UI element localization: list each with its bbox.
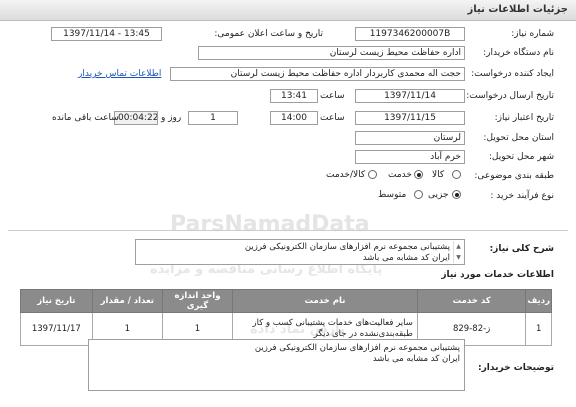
send-time-label: ساعت — [320, 91, 345, 101]
summary-line-1: پشتیبانی مجموعه نرم افزارهای سازمان الکت… — [244, 242, 450, 252]
process-radio-medium[interactable] — [414, 190, 423, 199]
category-option-goods-service: کالا/خدمت — [326, 170, 366, 180]
valid-time-field: 14:00 — [270, 111, 318, 125]
page-title: جزئیات اطلاعات نیاز — [467, 4, 568, 15]
divider — [8, 230, 568, 231]
summary-textarea[interactable]: پشتیبانی مجموعه نرم افزارهای سازمان الکت… — [135, 239, 465, 265]
services-title: اطلاعات خدمات مورد نیاز — [441, 270, 554, 280]
buyer-label: نام دستگاه خریدار: — [483, 48, 554, 58]
summary-label: شرح کلی نیاز: — [489, 244, 554, 254]
valid-time-label: ساعت — [320, 113, 345, 123]
col-row: ردیف — [525, 289, 552, 313]
send-date-field: 1397/11/14 — [355, 89, 465, 103]
col-qty: تعداد / مقدار — [91, 289, 163, 313]
buyer-notes-label: توضیحات خریدار: — [478, 363, 554, 373]
process-option-minor: جزیی — [428, 190, 449, 200]
city-label: شهر محل تحویل: — [488, 152, 554, 162]
need-number-label: شماره نیاز: — [511, 29, 554, 39]
summary-line-2: ایران کد مشابه می باشد — [362, 253, 450, 263]
process-option-medium: متوسط — [378, 190, 407, 200]
province-field: لرستان — [355, 131, 465, 145]
service-name-line-1: سایر فعالیت‌های خدمات پشتیبانی کسب و کار — [252, 318, 413, 328]
process-radio-minor[interactable] — [452, 190, 461, 199]
category-option-goods: کالا — [432, 170, 445, 180]
col-service-name: نام خدمت — [232, 289, 418, 313]
cell-date: 1397/11/17 — [20, 312, 93, 346]
buyer-field: اداره حفاظت محیط زیست لرستان — [198, 46, 465, 60]
creator-field: حجت اله محمدی کاربردار اداره حفاظت محیط … — [170, 67, 465, 81]
buyer-notes-line-1: پشتیبانی مجموعه نرم افزارهای سازمان الکت… — [254, 343, 460, 353]
category-radio-goods-service[interactable] — [368, 170, 377, 179]
buyer-notes-line-2: ایران کد مشابه می باشد — [372, 354, 460, 364]
process-label: نوع فرآیند خرید : — [490, 191, 554, 201]
contact-buyer-link[interactable]: اطلاعات تماس خریدار — [78, 69, 161, 79]
valid-date-field: 1397/11/15 — [355, 111, 465, 125]
category-radio-goods[interactable] — [452, 170, 461, 179]
send-time-field: 13:41 — [270, 89, 318, 103]
buyer-notes-box: پشتیبانی مجموعه نرم افزارهای سازمان الکت… — [88, 339, 465, 391]
province-label: استان محل تحویل: — [483, 133, 554, 143]
category-radio-service[interactable] — [414, 170, 423, 179]
send-date-label: تاریخ ارسال درخواست: — [466, 91, 554, 101]
remaining-label: ساعت باقی مانده — [52, 113, 119, 123]
col-unit: واحد اندازه گیری — [161, 289, 234, 313]
page-header: جزئیات اطلاعات نیاز — [0, 0, 576, 21]
services-header-row: تاریخ نیاز تعداد / مقدار واحد اندازه گیر… — [20, 289, 552, 313]
valid-label: تاریخ اعتبار نیاز: — [494, 113, 554, 123]
services-table: تاریخ نیاز تعداد / مقدار واحد اندازه گیر… — [20, 289, 552, 346]
announce-label: تاریخ و ساعت اعلان عمومی: — [214, 29, 323, 39]
days-field: 1 — [188, 111, 238, 125]
announce-field: 1397/11/14 - 13:45 — [51, 27, 162, 41]
need-number-field: 1197346200007B — [355, 27, 465, 41]
city-field: خرم آباد — [355, 150, 465, 164]
creator-label: ایجاد کننده درخواست: — [471, 69, 554, 79]
category-label: طبقه بندی موضوعی: — [474, 171, 554, 181]
days-label: روز و — [161, 113, 182, 123]
cell-row-number: 1 — [525, 312, 552, 346]
col-service-code: کد خدمت — [416, 289, 527, 313]
remaining-time-field: 00:04:22 — [114, 111, 158, 125]
col-date: تاریخ نیاز — [20, 289, 93, 313]
watermark-brand: ParsNamadData — [170, 212, 370, 237]
summary-scrollbar[interactable]: ▲ ▼ — [453, 241, 463, 263]
category-option-service: خدمت — [388, 170, 412, 180]
